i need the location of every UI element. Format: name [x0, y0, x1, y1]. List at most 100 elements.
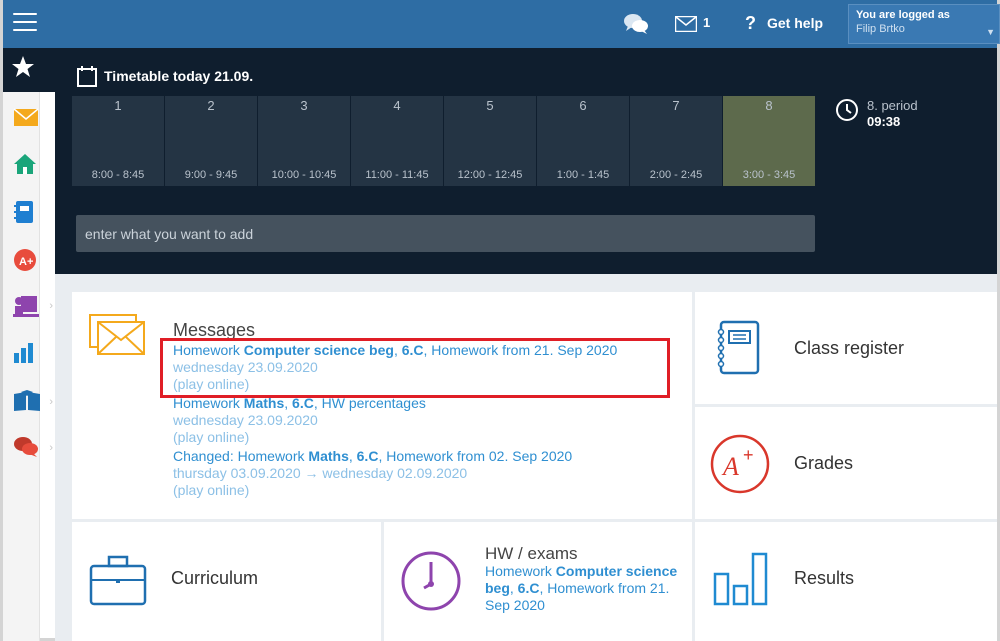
period-number: 5 [486, 98, 494, 113]
period-time: 11:00 - 11:45 [365, 169, 429, 181]
hw-type: Homework [485, 563, 556, 579]
class-register-tile[interactable]: Class register [695, 292, 997, 404]
msg-type: Homework [173, 395, 244, 411]
bar-chart-icon [14, 343, 33, 363]
period-time: 9:00 - 9:45 [184, 169, 238, 181]
sidebar-item-class-register[interactable] [13, 200, 41, 226]
grades-label: Grades [794, 453, 854, 473]
msg-subject: Maths [243, 395, 285, 411]
msg-sep: , [393, 342, 402, 358]
hw-exams-tile[interactable]: HW / exams Homework Computer science beg… [384, 522, 692, 641]
add-input[interactable] [76, 215, 815, 252]
period-5[interactable]: 5 12:00 - 12:45 [444, 96, 536, 186]
period-time: 1:00 - 1:45 [556, 169, 610, 181]
message-list: Homework Computer science beg, 6.C, Home… [173, 342, 673, 512]
msg-detail: , Homework from 02. Sep 2020 [378, 448, 573, 464]
sidebar-favorites[interactable] [3, 48, 55, 92]
msg-sep: , [348, 448, 357, 464]
period-1[interactable]: 1 8:00 - 8:45 [72, 96, 164, 186]
curriculum-tile[interactable]: Curriculum [72, 522, 381, 641]
chevron-right-icon: › [49, 300, 53, 312]
current-period-label: 8. period [867, 98, 918, 113]
sidebar: A+ › › › [3, 48, 55, 641]
msg-type: Changed: Homework [173, 448, 309, 464]
hw-exams-title: HW / exams [485, 544, 578, 563]
sidebar-item-results[interactable] [13, 342, 41, 368]
teacher-icon [13, 296, 39, 317]
message-item[interactable]: Homework Computer science beg, 6.C, Home… [173, 342, 673, 393]
chat-icon[interactable] [623, 12, 649, 36]
msg-class: 6.C [401, 342, 424, 358]
period-number: 7 [672, 98, 680, 113]
envelope-icon [89, 314, 145, 355]
current-period: 8. period 09:38 [835, 98, 918, 129]
timetable-panel: Timetable today 21.09. 1 8:00 - 8:45 2 9:0… [55, 48, 997, 274]
msg-date: wednesday 23.09.2020 [173, 412, 318, 428]
msg-sep: , [284, 395, 293, 411]
period-list: 1 8:00 - 8:45 2 9:00 - 9:45 3 10:00 - 10:45… [72, 96, 816, 186]
play-online-link[interactable]: (play online) [173, 482, 673, 499]
period-time: 12:00 - 12:45 [457, 169, 523, 181]
svg-text:A: A [721, 452, 739, 481]
period-7[interactable]: 7 2:00 - 2:45 [630, 96, 722, 186]
discussion-icon [14, 437, 38, 457]
bar-chart-icon [713, 552, 768, 606]
top-bar: 1 ? Get help You are logged as Filip Brt… [3, 0, 1000, 48]
messages-tile[interactable]: Messages Homework Computer science beg, … [72, 292, 692, 519]
help-link[interactable]: Get help [767, 15, 823, 31]
period-2[interactable]: 2 9:00 - 9:45 [165, 96, 257, 186]
period-time: 8:00 - 8:45 [91, 169, 145, 181]
play-online-link[interactable]: (play online) [173, 429, 673, 446]
user-name: Filip Brtko [856, 23, 905, 35]
user-menu[interactable]: You are logged as Filip Brtko ▼ [848, 4, 1000, 44]
menu-icon[interactable] [13, 13, 37, 33]
envelope-icon [13, 108, 39, 126]
play-online-link[interactable]: (play online) [173, 376, 673, 393]
period-number: 3 [300, 98, 308, 113]
chevron-right-icon: › [49, 442, 53, 454]
period-number: 6 [579, 98, 587, 113]
period-3[interactable]: 3 10:00 - 10:45 [258, 96, 350, 186]
message-item[interactable]: Homework Maths, 6.C, HW percentages wedn… [173, 395, 673, 446]
timetable-title: Timetable today 21.09. [77, 65, 253, 87]
message-item[interactable]: Changed: Homework Maths, 6.C, Homework f… [173, 448, 673, 499]
msg-date: thursday 03.09.2020 → wednesday 02.09.20… [173, 465, 468, 481]
chevron-down-icon: ▼ [986, 27, 995, 37]
grade-icon: A + [710, 434, 770, 494]
hw-class: 6.C [517, 580, 540, 596]
msg-class: 6.C [292, 395, 314, 411]
period-time: 3:00 - 3:45 [742, 169, 796, 181]
curriculum-label: Curriculum [171, 568, 259, 588]
period-6[interactable]: 6 1:00 - 1:45 [537, 96, 629, 186]
mail-icon[interactable] [675, 16, 697, 32]
period-8[interactable]: 8 3:00 - 3:45 [723, 96, 815, 186]
open-book-icon [14, 390, 40, 411]
msg-detail: , Homework from 21. Sep 2020 [423, 342, 618, 358]
svg-text:+: + [743, 445, 754, 465]
help-icon[interactable]: ? [745, 13, 756, 34]
sidebar-item-grades[interactable]: A+ [13, 248, 41, 274]
clock-icon [401, 551, 461, 611]
current-time: 09:38 [867, 114, 901, 129]
star-icon [12, 56, 34, 77]
hw-exams-item[interactable]: Homework Computer science beg, 6.C, Home… [485, 563, 685, 614]
msg-date: wednesday 23.09.2020 [173, 359, 318, 375]
chevron-right-icon: › [49, 396, 53, 408]
sidebar-item-discussion[interactable]: › [13, 436, 53, 462]
calendar-icon [77, 66, 97, 87]
msg-subject: Computer science beg [243, 342, 394, 358]
sidebar-item-timetable[interactable]: › [13, 294, 53, 320]
results-tile[interactable]: Results [695, 522, 997, 641]
grades-tile[interactable]: A + Grades [695, 407, 997, 519]
dashboard-tiles: Messages Homework Computer science beg, … [55, 274, 997, 641]
sidebar-item-messages[interactable] [13, 108, 41, 134]
period-4[interactable]: 4 11:00 - 11:45 [351, 96, 443, 186]
period-number: 4 [393, 98, 401, 113]
period-number: 2 [207, 98, 215, 113]
sidebar-item-home[interactable] [13, 152, 41, 178]
notebook-icon [14, 201, 33, 223]
home-icon [14, 154, 36, 174]
svg-text:A+: A+ [19, 256, 33, 268]
sidebar-item-library[interactable]: › [13, 390, 53, 416]
period-time: 2:00 - 2:45 [649, 169, 703, 181]
